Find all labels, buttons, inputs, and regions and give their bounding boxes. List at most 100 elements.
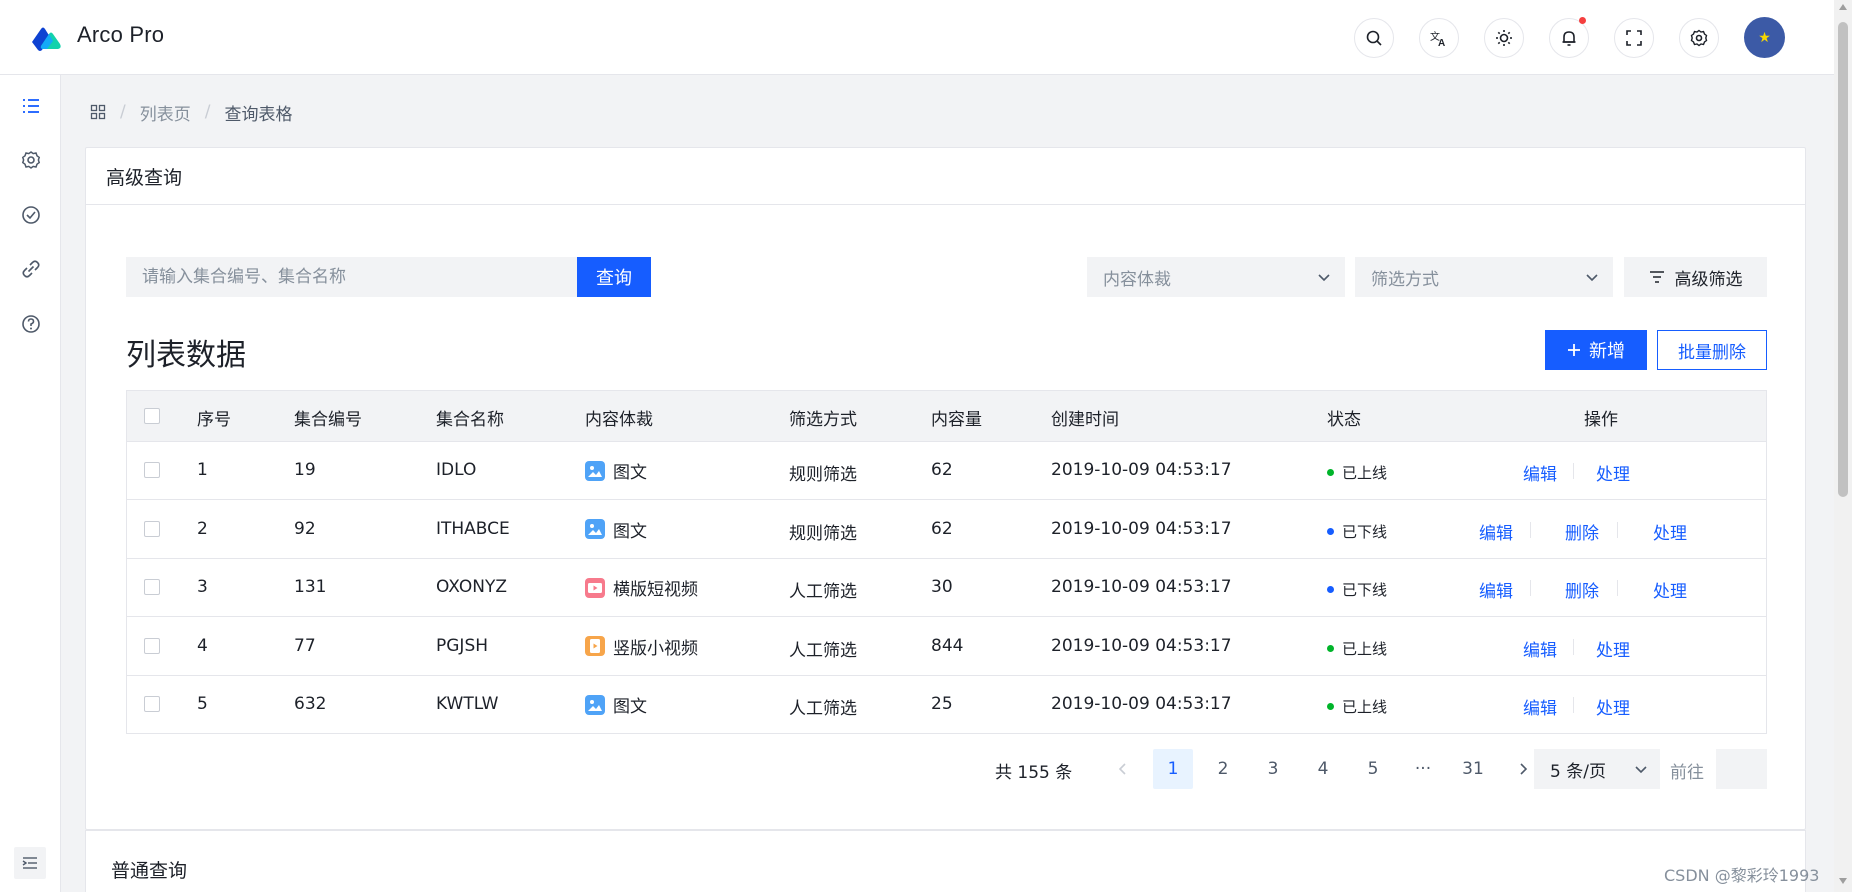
action-divider	[1573, 697, 1574, 713]
process-link[interactable]: 处理	[1653, 577, 1687, 602]
settings-button[interactable]	[1679, 18, 1719, 58]
cell-status: 已上线	[1327, 638, 1387, 659]
cell-collection-name: ITHABCE	[436, 518, 510, 539]
cell-filter-type: 规则筛选	[789, 465, 857, 485]
sidebar-item-settings[interactable]	[20, 149, 42, 171]
user-avatar[interactable]: ★	[1744, 17, 1785, 58]
process-link[interactable]: 处理	[1653, 519, 1687, 544]
page-button[interactable]: 5	[1353, 749, 1393, 789]
sidebar-collapse-button[interactable]	[14, 847, 46, 879]
page-button[interactable]: 2	[1203, 749, 1243, 789]
scroll-up-arrow-icon[interactable]	[1839, 4, 1847, 10]
search-submit-button[interactable]: 查询	[577, 257, 651, 297]
status-label: 已上线	[1342, 639, 1388, 658]
edit-link[interactable]: 编辑	[1479, 519, 1513, 544]
delete-link[interactable]: 删除	[1565, 577, 1599, 602]
table-row: 2 92 ITHABCE 图文 规则筛选 62 2019-10-09 04:53…	[127, 501, 1766, 559]
table-header: 序号 集合编号 集合名称 内容体裁 筛选方式 内容量 创建时间 状态 操作	[127, 391, 1766, 442]
cell-collection-name: PGJSH	[436, 635, 489, 656]
goto-page-input[interactable]	[1716, 749, 1767, 789]
column-header: 筛选方式	[789, 410, 857, 430]
breadcrumb: / 列表页 / 查询表格	[90, 100, 292, 125]
fullscreen-button[interactable]	[1614, 18, 1654, 58]
list-icon	[23, 99, 39, 113]
breadcrumb-separator: /	[120, 102, 126, 122]
app-brand: Arco Pro	[77, 22, 165, 47]
page-button[interactable]: 1	[1153, 749, 1193, 789]
table-row: 1 19 IDLO 图文 规则筛选 62 2019-10-09 04:53:17…	[127, 442, 1766, 500]
cell-status: 已上线	[1327, 696, 1387, 717]
prev-page-button[interactable]	[1103, 749, 1143, 789]
row-checkbox[interactable]	[144, 696, 160, 712]
cell-filter-type: 人工筛选	[789, 640, 857, 661]
cell-collection-id: 77	[294, 635, 316, 656]
column-header: 集合编号	[294, 410, 362, 430]
row-checkbox[interactable]	[144, 462, 160, 478]
pagination-ellipsis[interactable]: ···	[1403, 749, 1443, 789]
process-link[interactable]: 处理	[1596, 694, 1630, 719]
page-scrollbar[interactable]	[1834, 0, 1852, 892]
sidebar-item-help[interactable]	[20, 313, 42, 335]
basic-search-card: 普通查询	[85, 830, 1806, 892]
edit-link[interactable]: 编辑	[1523, 636, 1557, 661]
cell-status: 已下线	[1327, 579, 1387, 600]
chevron-right-icon	[1520, 763, 1528, 775]
edit-link[interactable]: 编辑	[1523, 694, 1557, 719]
cell-count: 844	[931, 635, 964, 656]
content-type-label: 横版短视频	[613, 580, 698, 600]
cell-collection-id: 19	[294, 460, 316, 480]
process-link[interactable]: 处理	[1596, 636, 1630, 661]
filter-type-placeholder: 筛选方式	[1371, 269, 1439, 290]
table-row: 3 131 OXONYZ 横版短视频 人工筛选 30 2019-10-09 04…	[127, 559, 1766, 617]
status-label: 已上线	[1342, 698, 1388, 716]
image-text-icon	[585, 519, 605, 539]
action-divider	[1573, 638, 1574, 655]
cell-count: 30	[931, 577, 953, 597]
status-dot	[1327, 703, 1334, 710]
language-button[interactable]: 文A	[1419, 18, 1459, 58]
scroll-down-arrow-icon[interactable]	[1839, 878, 1847, 884]
edit-link[interactable]: 编辑	[1523, 460, 1557, 485]
apps-icon[interactable]	[90, 104, 106, 120]
page-button[interactable]: 3	[1253, 749, 1293, 789]
sidebar-item-result[interactable]	[20, 204, 42, 226]
cell-created-time: 2019-10-09 04:53:17	[1051, 518, 1232, 539]
batch-delete-button[interactable]: 批量删除	[1657, 330, 1767, 370]
breadcrumb-item-list[interactable]: 列表页	[140, 100, 191, 125]
theme-toggle-button[interactable]	[1484, 18, 1524, 58]
status-label: 已下线	[1342, 581, 1388, 599]
list-title: 列表数据	[126, 338, 246, 373]
page-button[interactable]: 31	[1453, 749, 1493, 789]
breadcrumb-separator: /	[204, 102, 211, 122]
content-type-label: 图文	[613, 521, 647, 542]
column-header: 创建时间	[1051, 410, 1119, 430]
scrollbar-thumb[interactable]	[1838, 22, 1848, 497]
cell-collection-id: 632	[294, 694, 327, 714]
star-icon: ★	[1758, 29, 1771, 46]
data-table: 序号 集合编号 集合名称 内容体裁 筛选方式 内容量 创建时间 状态 操作 1 …	[126, 390, 1767, 734]
add-button[interactable]: 新增	[1545, 330, 1647, 370]
select-all-checkbox[interactable]	[144, 408, 160, 424]
action-divider	[1530, 580, 1531, 596]
process-link[interactable]: 处理	[1596, 460, 1630, 485]
search-input[interactable]	[126, 257, 577, 297]
add-button-label: 新增	[1589, 341, 1625, 362]
row-checkbox[interactable]	[144, 520, 160, 537]
row-checkbox[interactable]	[144, 637, 160, 654]
search-button[interactable]	[1354, 18, 1394, 58]
sidebar-item-list[interactable]	[20, 95, 42, 117]
advanced-filter-button[interactable]: 高级筛选	[1624, 257, 1767, 297]
page-size-select[interactable]: 5 条/页	[1534, 749, 1660, 789]
advanced-search-card: 高级查询 查询 内容体裁 筛选方式 高级筛选 列表数据 新增 批量删除 序号 集…	[85, 147, 1806, 830]
content-type-placeholder: 内容体裁	[1103, 269, 1171, 290]
fullscreen-icon	[1626, 30, 1642, 46]
sidebar-item-link[interactable]	[20, 258, 42, 280]
status-dot	[1327, 469, 1334, 476]
edit-link[interactable]: 编辑	[1479, 577, 1513, 602]
row-checkbox[interactable]	[144, 579, 160, 595]
page-button[interactable]: 4	[1303, 749, 1343, 789]
content-type-select[interactable]: 内容体裁	[1087, 257, 1345, 297]
delete-link[interactable]: 删除	[1565, 519, 1599, 544]
filter-type-select[interactable]: 筛选方式	[1355, 257, 1613, 297]
notification-button[interactable]	[1549, 17, 1589, 58]
